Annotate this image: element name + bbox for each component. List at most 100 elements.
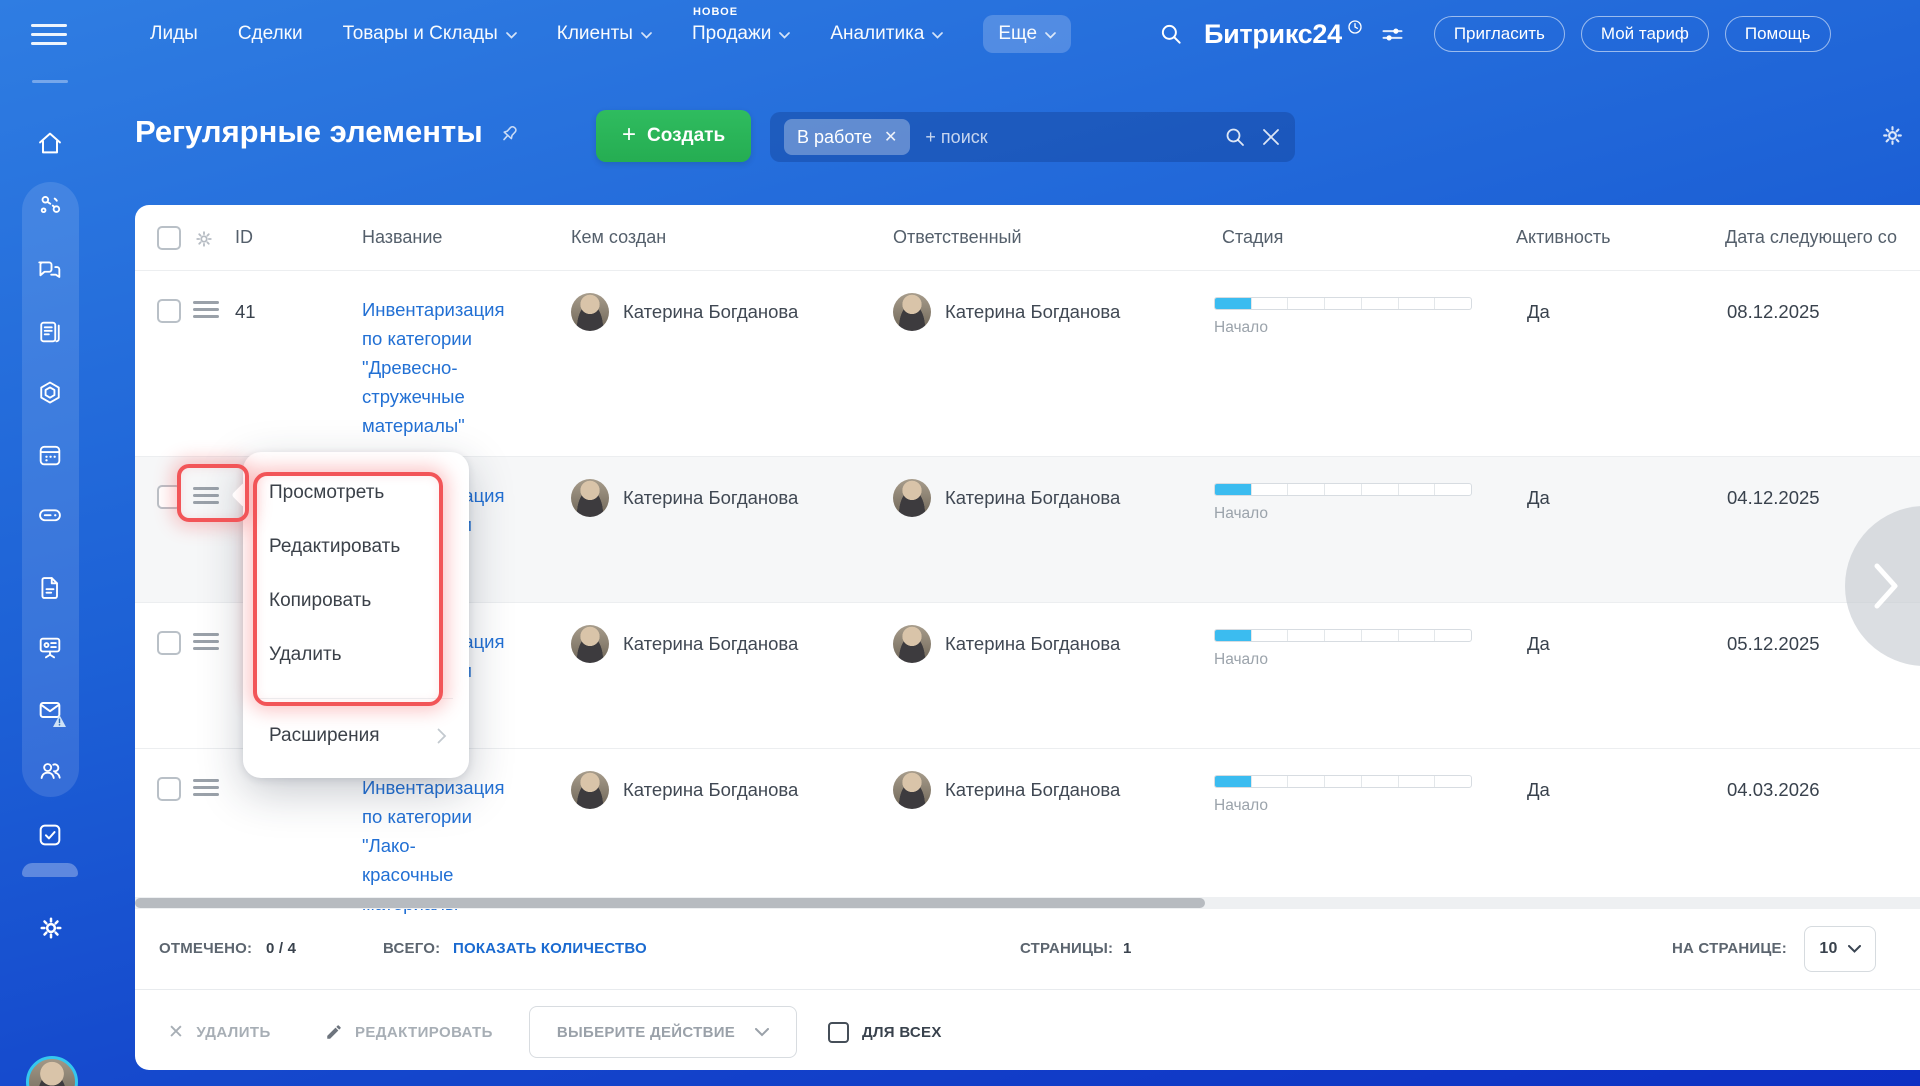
menu-item-analytics[interactable]: Аналитика: [830, 23, 944, 45]
stage-label: Начало: [1214, 651, 1269, 668]
menu-item-leads[interactable]: Лиды: [150, 23, 198, 45]
chevron-down-icon: [932, 32, 944, 39]
row-menu-icon[interactable]: [193, 487, 219, 504]
menu-item-clients[interactable]: Клиенты: [557, 23, 652, 45]
stage-progress-bar[interactable]: [1214, 483, 1472, 496]
chip-remove-icon[interactable]: ✕: [884, 127, 897, 147]
responsible-name[interactable]: Катерина Богданова: [945, 479, 1120, 517]
filter-chip-in-progress[interactable]: В работе ✕: [784, 119, 911, 155]
crm-network-icon[interactable]: [36, 191, 64, 219]
column-header-activity[interactable]: Активность: [1516, 227, 1725, 248]
stage-progress-bar[interactable]: [1214, 775, 1472, 788]
stage-cell: Начало: [1212, 603, 1516, 669]
column-settings-gear-icon[interactable]: [193, 228, 215, 250]
for-all-checkbox[interactable]: ДЛЯ ВСЕХ: [828, 990, 942, 1070]
grid-settings-gear-icon[interactable]: [1879, 122, 1906, 149]
row-menu-icon[interactable]: [193, 301, 219, 318]
checkbox[interactable]: [828, 1021, 849, 1043]
context-menu-items: Просмотреть Редактировать Копировать Уда…: [243, 466, 469, 682]
row-title-link[interactable]: Инвентаризация по категории "Лако- красо…: [362, 777, 505, 914]
column-header-id[interactable]: ID: [235, 227, 362, 248]
bitrix24-app: Лиды Сделки Товары и Склады Клиенты НОВО…: [0, 0, 1920, 1086]
chevron-down-icon: [779, 32, 791, 39]
creator-name[interactable]: Катерина Богданова: [623, 479, 798, 517]
new-badge: НОВОЕ: [692, 6, 739, 18]
column-header-creator[interactable]: Кем создан: [571, 227, 893, 248]
my-plan-button[interactable]: Мой тариф: [1580, 16, 1709, 52]
menu-item-deals[interactable]: Сделки: [238, 23, 303, 45]
row-title-link[interactable]: Инвентаризация по категории "Древесно- с…: [362, 299, 505, 436]
row-menu-icon[interactable]: [193, 779, 219, 796]
menu-item-view[interactable]: Просмотреть: [243, 466, 469, 520]
drive-icon[interactable]: [36, 501, 64, 529]
sliders-icon[interactable]: [1379, 21, 1406, 48]
tasks-icon[interactable]: [36, 821, 64, 849]
row-menu-icon[interactable]: [193, 633, 219, 650]
topbar-buttons: Пригласить Мой тариф Помощь: [1433, 16, 1831, 52]
main-menu: Лиды Сделки Товары и Склады Клиенты НОВО…: [150, 0, 1072, 68]
home-icon[interactable]: [36, 129, 64, 157]
menu-item-delete[interactable]: Удалить: [243, 628, 469, 682]
select-all-checkbox[interactable]: [157, 225, 181, 250]
column-header-name[interactable]: Название: [362, 227, 571, 248]
menu-divider: [259, 698, 453, 699]
column-header-responsible[interactable]: Ответственный: [893, 227, 1212, 248]
document-icon[interactable]: [36, 574, 64, 602]
calendar-icon[interactable]: [36, 441, 64, 469]
row-checkbox[interactable]: [157, 299, 181, 323]
settings-gear-icon[interactable]: [36, 913, 64, 941]
responsible-name[interactable]: Катерина Богданова: [945, 771, 1120, 809]
column-header-next-date[interactable]: Дата следующего со: [1725, 227, 1920, 248]
filter-icons: [1223, 125, 1281, 149]
menu-item-products[interactable]: Товары и Склады: [343, 23, 517, 45]
chat-icon[interactable]: [36, 256, 64, 284]
pin-icon[interactable]: [497, 122, 521, 146]
menu-item-extensions[interactable]: Расширения: [243, 708, 469, 764]
chevron-down-icon: [1847, 945, 1861, 953]
stage-progress-bar[interactable]: [1214, 629, 1472, 642]
delete-x-icon: ✕: [168, 1021, 185, 1043]
choose-action-select[interactable]: ВЫБЕРИТЕ ДЕЙСТВИЕ: [529, 1006, 797, 1058]
menu-item-more[interactable]: Еще: [983, 15, 1072, 53]
whiteboard-icon[interactable]: [36, 634, 64, 662]
search-icon[interactable]: [1158, 21, 1184, 47]
creator-name[interactable]: Катерина Богданова: [623, 625, 798, 663]
responsible-name[interactable]: Катерина Богданова: [945, 293, 1120, 331]
bulk-edit-button[interactable]: РЕДАКТИРОВАТЬ: [325, 990, 493, 1070]
bulk-delete-button[interactable]: ✕ УДАЛИТЬ: [168, 990, 271, 1070]
search-input[interactable]: + поиск: [925, 127, 1223, 148]
creator-name[interactable]: Катерина Богданова: [623, 293, 798, 331]
clear-filter-icon[interactable]: [1261, 127, 1281, 147]
chevron-down-icon: [641, 32, 652, 39]
horizontal-scrollbar[interactable]: [135, 897, 1920, 909]
pages-value: 1: [1123, 940, 1132, 957]
row-checkbox[interactable]: [157, 777, 181, 801]
page-title: Регулярные элементы: [135, 114, 521, 150]
avatar: [893, 479, 931, 517]
column-header-stage[interactable]: Стадия: [1212, 227, 1516, 248]
show-count-link[interactable]: ПОКАЗАТЬ КОЛИЧЕСТВО: [453, 940, 647, 957]
user-avatar[interactable]: [26, 1056, 78, 1086]
news-feed-icon[interactable]: [36, 318, 64, 346]
responsible-name[interactable]: Катерина Богданова: [945, 625, 1120, 663]
creator-name[interactable]: Катерина Богданова: [623, 771, 798, 809]
menu-item-sales[interactable]: НОВОЕ Продажи: [692, 6, 791, 45]
filter-search-bar[interactable]: В работе ✕ + поиск: [770, 112, 1295, 162]
menu-item-copy[interactable]: Копировать: [243, 574, 469, 628]
help-button[interactable]: Помощь: [1724, 16, 1831, 52]
hexagon-icon[interactable]: [36, 379, 64, 407]
create-button[interactable]: + Создать: [596, 110, 752, 162]
bulk-action-bar: ✕ УДАЛИТЬ РЕДАКТИРОВАТЬ ВЫБЕРИТЕ ДЕЙСТВИ…: [135, 989, 1920, 1070]
hamburger-menu-icon[interactable]: [31, 24, 67, 45]
plus-icon: +: [622, 121, 637, 148]
menu-item-edit[interactable]: Редактировать: [243, 520, 469, 574]
stage-label: Начало: [1214, 797, 1269, 814]
scrollbar-thumb[interactable]: [135, 898, 1205, 908]
per-page-select[interactable]: 10: [1804, 926, 1876, 972]
row-checkbox[interactable]: [157, 631, 181, 655]
people-icon[interactable]: [36, 757, 64, 785]
search-icon[interactable]: [1223, 125, 1247, 149]
invite-button[interactable]: Пригласить: [1433, 16, 1565, 52]
stage-progress-bar[interactable]: [1214, 297, 1472, 310]
row-checkbox[interactable]: [157, 485, 181, 509]
